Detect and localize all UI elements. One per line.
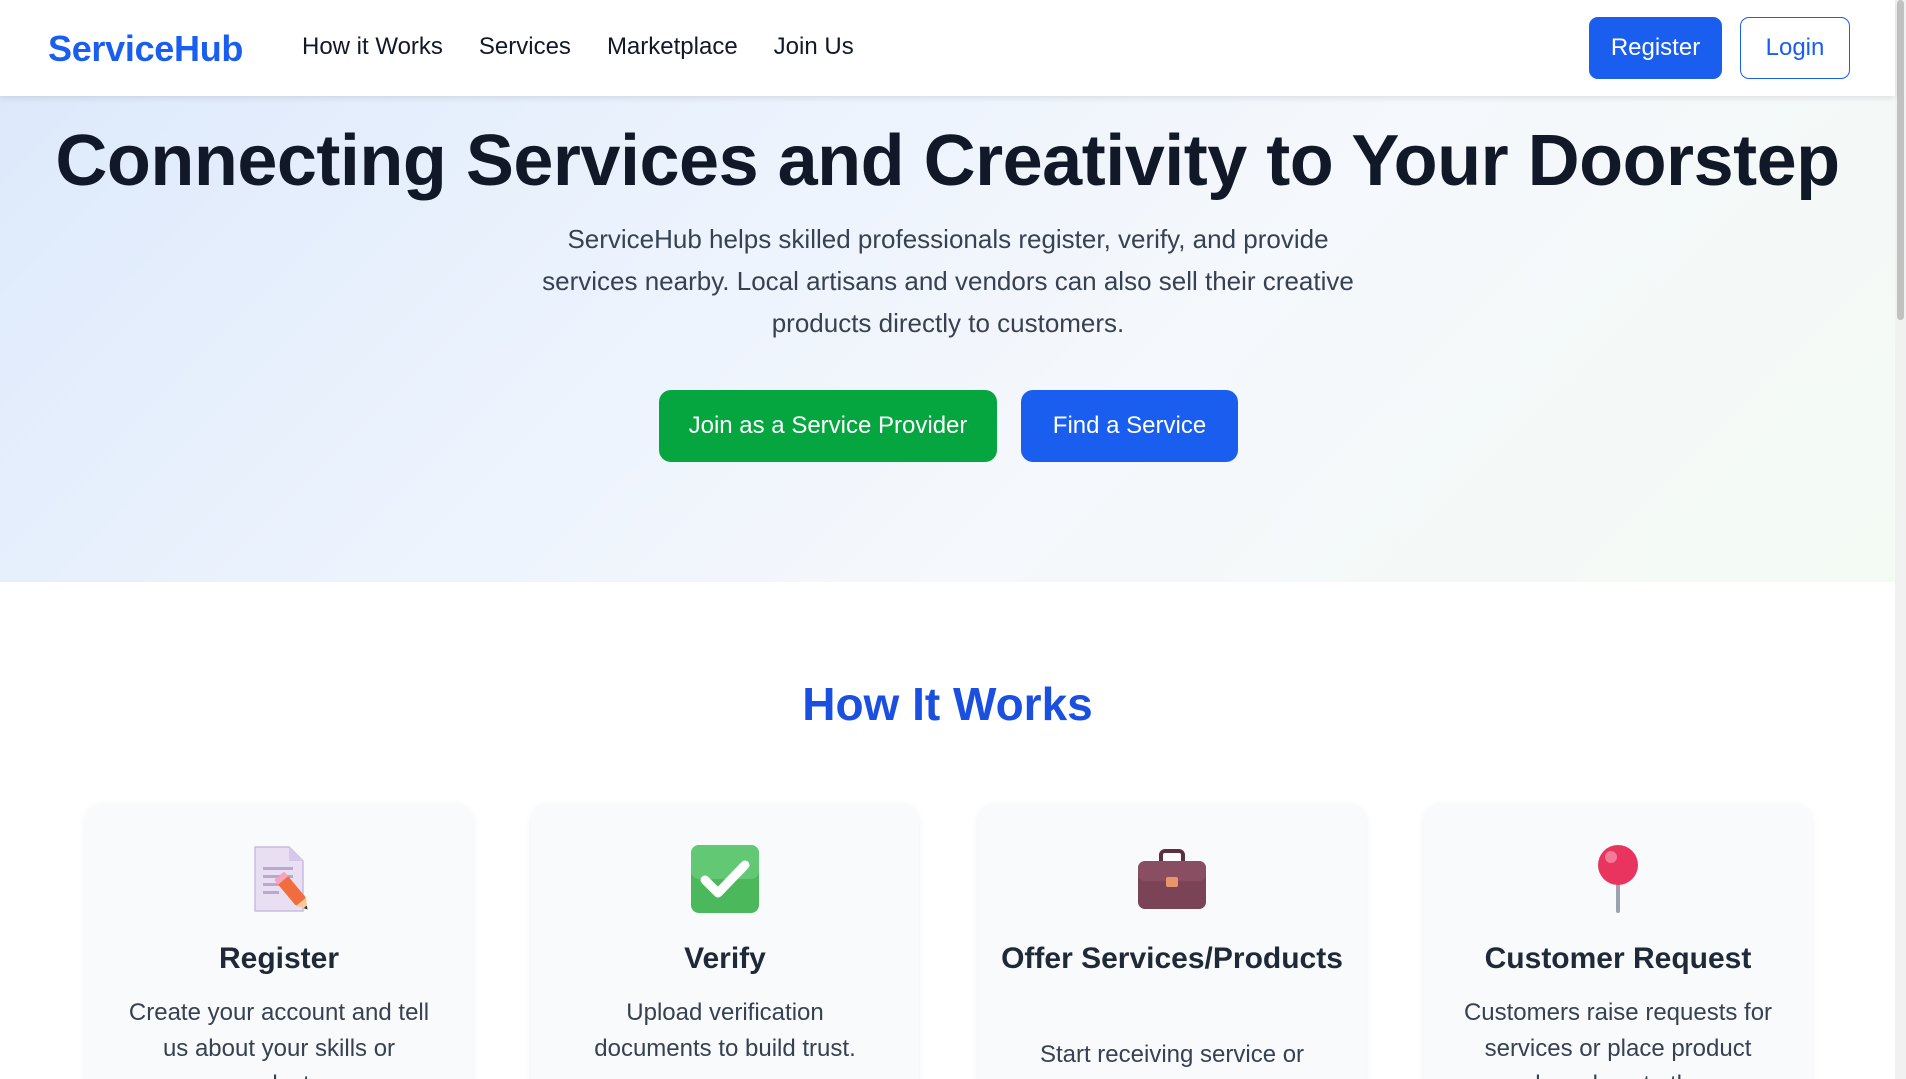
step-card-customer-request: Customer Request Customers raise request… [1424, 803, 1812, 1079]
step-description: Customers raise requests for services or… [1463, 999, 1773, 1079]
page-scrollbar[interactable] [1895, 0, 1906, 1079]
step-description: Upload verification documents to build t… [594, 999, 856, 1062]
briefcase-icon [1138, 849, 1206, 909]
nav-link-join-us[interactable]: Join Us [774, 33, 854, 61]
nav-link-services[interactable]: Services [479, 33, 571, 61]
join-provider-button[interactable]: Join as a Service Provider [659, 390, 997, 462]
step-description: Create your account and tell us about yo… [128, 999, 430, 1079]
step-title: Offer Services/Products [1001, 942, 1343, 975]
nav-links: How it Works Services Marketplace Join U… [302, 33, 854, 61]
scrollbar-thumb[interactable] [1897, 0, 1904, 320]
pushpin-icon [1598, 845, 1638, 913]
step-title: Customer Request [1484, 942, 1752, 975]
step-description: Start receiving service or product order… [1039, 1041, 1305, 1079]
check-mark-icon [691, 845, 759, 913]
nav-link-how-it-works[interactable]: How it Works [302, 33, 443, 61]
step-card-offer: Offer Services/Products Start receiving … [978, 803, 1366, 1079]
nav-link-marketplace[interactable]: Marketplace [607, 33, 738, 61]
step-card-verify: Verify Upload verification documents to … [531, 803, 919, 1079]
hero-section: Connecting Services and Creativity to Yo… [0, 96, 1895, 582]
hero-subtitle: ServiceHub helps skilled professionals r… [542, 224, 1354, 338]
how-it-works-heading: How It Works [802, 678, 1093, 730]
step-title: Verify [684, 942, 766, 975]
step-title: Register [218, 942, 340, 975]
login-button[interactable]: Login [1740, 17, 1850, 79]
find-service-button[interactable]: Find a Service [1021, 390, 1238, 462]
hero-title: Connecting Services and Creativity to Yo… [55, 121, 1840, 201]
memo-pencil-icon [254, 846, 308, 912]
brand-logo[interactable]: ServiceHub [48, 28, 243, 70]
step-card-register: Register Create your account and tell us… [85, 803, 473, 1079]
top-navbar: ServiceHub How it Works Services Marketp… [0, 0, 1895, 96]
register-button[interactable]: Register [1589, 17, 1722, 79]
